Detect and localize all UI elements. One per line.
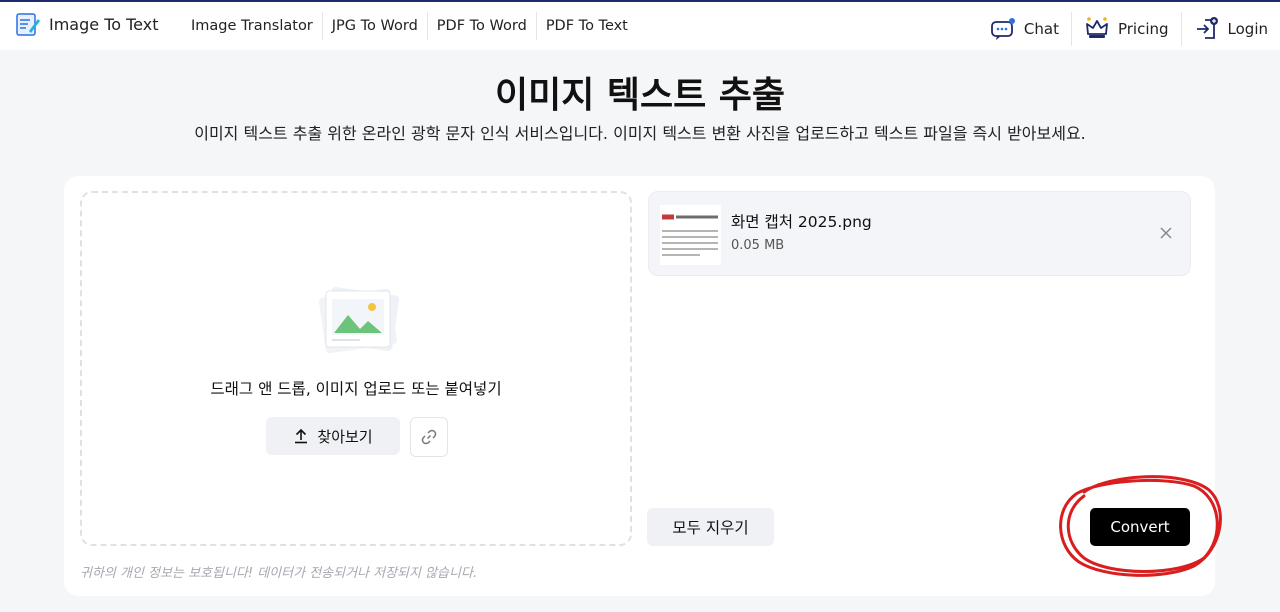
logo[interactable]: Image To Text — [15, 11, 158, 37]
dropzone-instructions: 드래그 앤 드롭, 이미지 업로드 또는 붙여넣기 — [210, 380, 502, 398]
converter-card: 드래그 앤 드롭, 이미지 업로드 또는 붙여넣기 찾아보기 귀하의 개인 정보… — [64, 176, 1222, 596]
nav-jpg-to-word[interactable]: JPG To Word — [323, 12, 428, 40]
crown-icon — [1086, 17, 1108, 38]
nav-image-translator[interactable]: Image Translator — [182, 12, 323, 40]
upload-dropzone[interactable]: 드래그 앤 드롭, 이미지 업로드 또는 붙여넣기 찾아보기 — [80, 191, 632, 546]
file-size: 0.05 MB — [731, 238, 785, 253]
browse-label: 찾아보기 — [317, 427, 373, 446]
nav-pdf-to-word[interactable]: PDF To Word — [428, 12, 537, 40]
image-upload-illustration — [318, 287, 400, 354]
link-icon — [421, 429, 437, 445]
file-name: 화면 캡처 2025.png — [731, 213, 872, 231]
chat-button[interactable]: Chat — [978, 12, 1072, 46]
browse-button[interactable]: 찾아보기 — [266, 417, 400, 455]
login-button[interactable]: Login — [1182, 12, 1272, 46]
top-header: Image To Text Image Translator JPG To Wo… — [0, 0, 1280, 50]
page-title: 이미지 텍스트 추출 — [494, 75, 786, 116]
paste-url-button[interactable] — [410, 417, 448, 457]
file-thumbnail — [660, 205, 721, 265]
pricing-label: Pricing — [1117, 20, 1169, 38]
login-icon — [1196, 17, 1218, 39]
upload-arrow-icon — [295, 428, 308, 444]
clear-all-button[interactable]: 모두 지우기 — [647, 508, 774, 546]
uploaded-file-item: 화면 캡처 2025.png 0.05 MB — [648, 191, 1191, 276]
pricing-button[interactable]: Pricing — [1072, 12, 1182, 46]
red-annotation-circle — [1059, 475, 1222, 577]
header-actions: Chat Pricing Login — [978, 12, 1272, 46]
privacy-note: 귀하의 개인 정보는 보호됩니다! 데이터가 전송되거나 저장되지 않습니다. — [80, 566, 478, 581]
chat-label: Chat — [1023, 20, 1059, 38]
logo-icon — [16, 13, 40, 36]
chat-icon — [991, 18, 1015, 40]
remove-file-icon[interactable] — [1159, 226, 1173, 240]
login-label: Login — [1227, 20, 1268, 38]
main-nav: Image Translator JPG To Word PDF To Word… — [182, 12, 637, 40]
page-subtitle: 이미지 텍스트 추출 위한 온라인 광학 문자 인식 서비스입니다. 이미지 텍… — [194, 124, 1086, 143]
nav-pdf-to-text[interactable]: PDF To Text — [537, 12, 637, 40]
logo-text: Image To Text — [49, 14, 159, 34]
